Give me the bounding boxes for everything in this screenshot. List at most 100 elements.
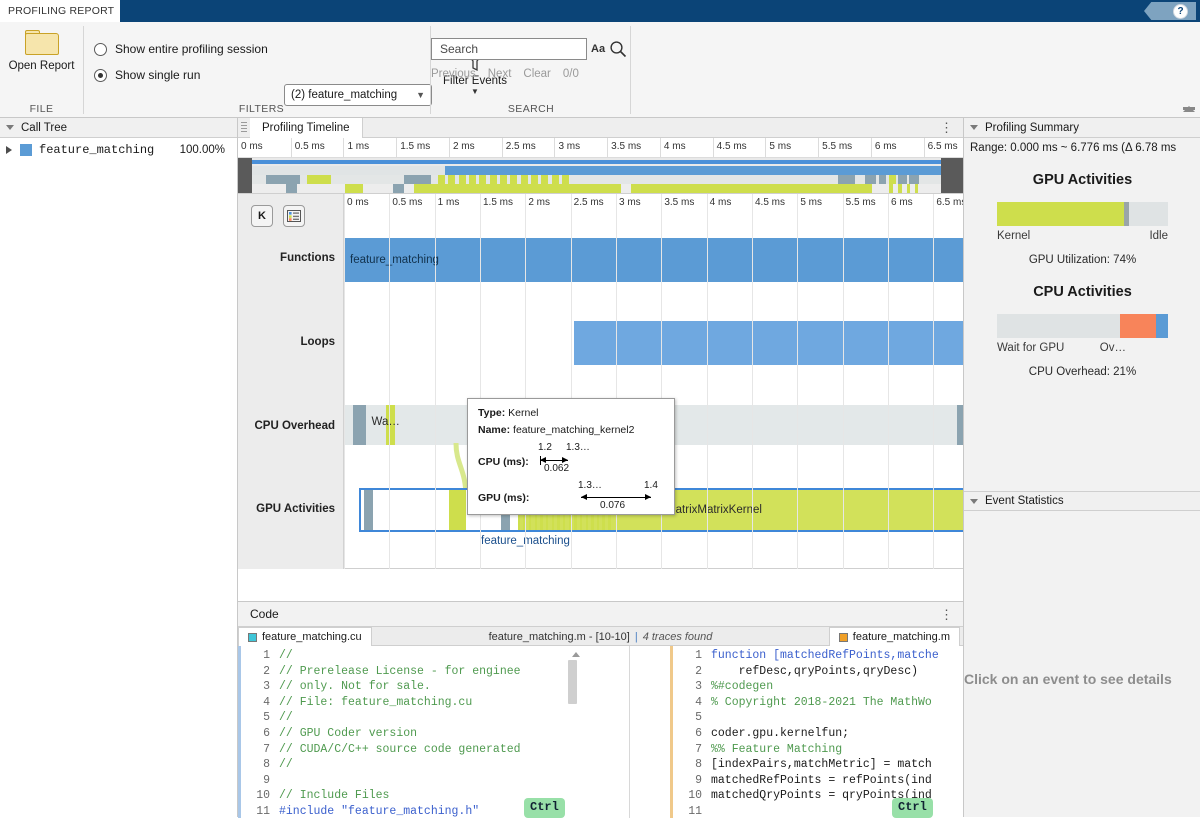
- timeline-lanes: K Functions Loops CPU Overhead GPU Activ…: [238, 194, 963, 569]
- search-actions: Previous Next Clear 0/0: [431, 66, 621, 82]
- code-line-number: 11: [256, 804, 270, 818]
- open-report-button[interactable]: Open Report: [0, 30, 83, 92]
- gpu-activities-title: GPU Activities: [1032, 172, 1133, 188]
- code-line-number: 9: [695, 773, 702, 787]
- timeline-options-icon[interactable]: ⋮: [940, 121, 953, 134]
- tooltip-gpu-key: GPU (ms):: [478, 492, 530, 504]
- run-select-value: (2) feature_matching: [291, 89, 398, 101]
- code-line-text: // only. Not for sale.: [279, 680, 431, 694]
- functions-bar[interactable]: feature_matching: [344, 238, 963, 282]
- code-left-scrollbar[interactable]: [568, 660, 577, 704]
- event-statistics-title: Event Statistics: [985, 495, 1064, 507]
- search-section-label: SEARCH: [507, 103, 555, 115]
- match-case-icon[interactable]: Aa: [591, 43, 605, 55]
- cu-file-swatch: [248, 632, 257, 642]
- overview-gpu-row: [252, 184, 941, 193]
- gpu-activities-bar: [997, 202, 1168, 226]
- code-line-number: 2: [695, 664, 702, 678]
- summary-collapse-chevron-icon[interactable]: [970, 125, 978, 130]
- drag-grip-icon[interactable]: [241, 122, 247, 134]
- code-line: 6 coder.gpu.kernelfun;: [676, 726, 963, 742]
- gpu-kernel-label: Kernel: [997, 230, 1031, 242]
- overview-cpu-row: [252, 175, 941, 184]
- event-statistics-header[interactable]: Event Statistics: [964, 491, 1200, 511]
- radio-single-run-label: Show single run: [115, 68, 201, 82]
- ruler-tick: 1.5 ms: [396, 138, 430, 158]
- code-panel: Code ⋮ feature_matching.m - [10-10] | 4 …: [238, 601, 963, 818]
- legend-icon[interactable]: [283, 205, 305, 227]
- tooltip-cpu-start: 1.2: [538, 442, 552, 453]
- ruler-tick: 5 ms: [765, 138, 791, 158]
- tab-profiling-timeline[interactable]: Profiling Timeline: [250, 118, 363, 138]
- gpu-idle-segment: [1128, 202, 1168, 226]
- code-line-number: 3: [695, 680, 702, 694]
- expand-triangle-icon[interactable]: [6, 146, 12, 154]
- code-line: 5 //: [244, 710, 629, 726]
- ruler-tick: 6.5 ms: [936, 197, 963, 208]
- code-line-text: // Prerelease License - for enginee: [279, 664, 521, 678]
- code-left-scroll-up-icon[interactable]: [572, 652, 580, 657]
- help-icon[interactable]: ?: [1173, 3, 1188, 19]
- code-line-text: // File: feature_matching.cu: [279, 695, 473, 709]
- search-box[interactable]: [431, 38, 587, 60]
- code-panel-header: Code ⋮: [238, 602, 963, 627]
- search-input[interactable]: [438, 41, 580, 57]
- code-options-icon[interactable]: ⋮: [940, 608, 953, 621]
- cpu-overhead-label: CPU Overhead: 21%: [1028, 366, 1137, 378]
- tab-feature-matching-m[interactable]: feature_matching.m: [828, 627, 960, 646]
- code-line-number: 11: [688, 804, 702, 818]
- profiling-summary-header[interactable]: Profiling Summary: [964, 118, 1200, 138]
- collapse-toolbar-button[interactable]: [1180, 100, 1198, 116]
- radio-single-run[interactable]: Show single run: [94, 68, 200, 82]
- code-panel-title: Code: [250, 607, 279, 621]
- call-tree-panel: Call Tree feature_matching 100.00%: [0, 118, 238, 817]
- profiling-report-tab[interactable]: PROFILING REPORT: [0, 0, 120, 22]
- ruler-tick: 4.5 ms: [755, 197, 786, 208]
- code-editor-cu[interactable]: 1 // 2 // Prerelease License - for enginee 3…: [238, 646, 630, 818]
- collapse-chevron-icon[interactable]: [6, 125, 14, 130]
- code-line-text: % Copyright 2018-2021 The MathWo: [711, 695, 932, 709]
- help-area: ?: [1144, 2, 1196, 20]
- overview-functions-line: [252, 160, 941, 164]
- code-center-traces: 4 traces found: [642, 630, 713, 643]
- grid-line: [706, 194, 708, 569]
- grid-line: [434, 194, 436, 569]
- magnifier-icon[interactable]: [609, 40, 627, 61]
- tab-m-label: feature_matching.m: [852, 631, 950, 643]
- ruler-tick: 0 ms: [347, 197, 369, 208]
- code-line-text: //: [279, 758, 293, 772]
- tab-feature-matching-cu[interactable]: feature_matching.cu: [238, 627, 372, 646]
- ruler-tick: 3.5 ms: [607, 138, 641, 158]
- loops-bar[interactable]: [574, 321, 963, 365]
- code-line: 8 //: [244, 757, 629, 773]
- search-previous-button[interactable]: Previous: [431, 68, 476, 80]
- call-tree-header[interactable]: Call Tree: [0, 118, 237, 138]
- tooltip-gpu-duration: 0.076: [600, 500, 626, 511]
- code-line-number: 9: [263, 773, 270, 787]
- code-line-text: // CUDA/C/C++ source code generated: [279, 742, 521, 756]
- search-clear-button[interactable]: Clear: [523, 68, 550, 80]
- ruler-tick: 0.5 ms: [392, 197, 423, 208]
- code-line: 7 // CUDA/C/C++ source code generated: [244, 742, 629, 758]
- overview-lanes: [252, 158, 941, 193]
- event-tooltip: Type: Kernel Name: feature_matching_kern…: [467, 398, 675, 515]
- kernel-toggle-button[interactable]: K: [251, 205, 273, 227]
- tooltip-cpu-key: CPU (ms):: [478, 456, 529, 468]
- table-row[interactable]: feature_matching 100.00%: [0, 138, 237, 162]
- radio-single-run-dot: [94, 68, 107, 82]
- code-line-number: 5: [263, 711, 270, 725]
- overview-loops-row: [252, 166, 941, 175]
- ctrl-badge-right: Ctrl: [892, 798, 933, 818]
- code-right-marker-bar: [670, 646, 673, 818]
- code-editor-m[interactable]: 1 function [matchedRefPoints,matche 2 refD…: [670, 646, 963, 818]
- timeline-lane-gutter: K Functions Loops CPU Overhead GPU Activ…: [238, 194, 344, 569]
- search-next-button[interactable]: Next: [488, 68, 512, 80]
- toolbar-section-file: Open Report FILE: [0, 22, 83, 118]
- code-line-number: 6: [695, 726, 702, 740]
- toolbar-section-filters: Show entire profiling session Show singl…: [84, 22, 507, 118]
- tab-cu-label: feature_matching.cu: [262, 631, 362, 643]
- stats-collapse-chevron-icon[interactable]: [970, 498, 978, 504]
- radio-entire-session[interactable]: Show entire profiling session: [94, 42, 268, 56]
- code-line-text: // Include Files: [279, 789, 390, 803]
- timeline-overview-strip[interactable]: [238, 158, 963, 194]
